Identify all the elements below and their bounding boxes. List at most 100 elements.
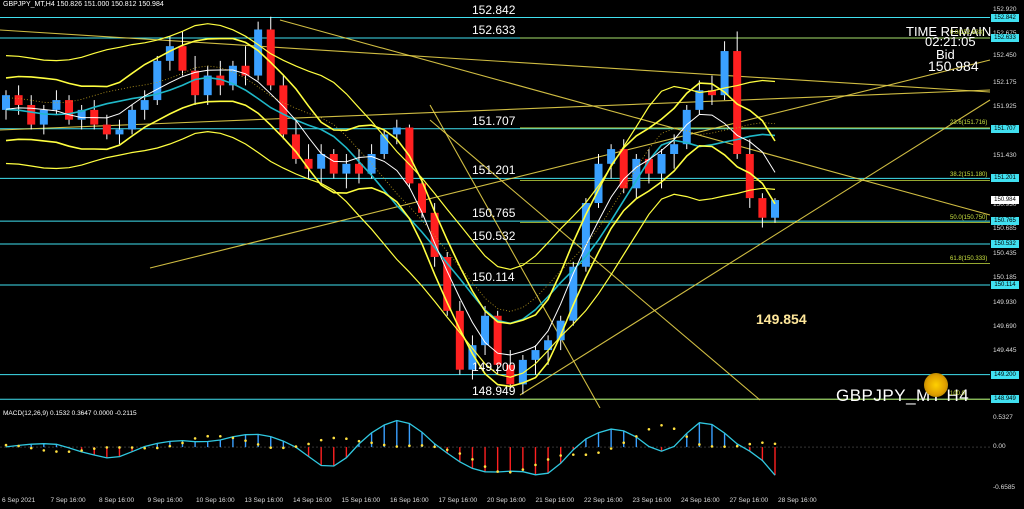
macd-signal-dot bbox=[395, 445, 399, 448]
big-price-label: 149.854 bbox=[756, 311, 807, 327]
macd-signal-dot bbox=[4, 443, 8, 447]
candle-body bbox=[392, 127, 401, 135]
level-label: 152.842 bbox=[472, 2, 516, 17]
candle-body bbox=[758, 198, 767, 218]
price-tag: 149.200 bbox=[991, 370, 1019, 379]
price-tag: 150.984 bbox=[991, 195, 1019, 204]
macd-signal-dot bbox=[584, 453, 588, 457]
candle-body bbox=[65, 100, 74, 120]
macd-signal-dot bbox=[559, 454, 562, 457]
macd-signal-dot bbox=[773, 442, 777, 446]
price-tag: 151.201 bbox=[991, 174, 1019, 183]
macd-signal-dot bbox=[357, 439, 361, 443]
level-label: 150.765 bbox=[472, 206, 516, 221]
price-axis-label: 152.175 bbox=[993, 78, 1017, 86]
macd-signal-dot bbox=[635, 435, 638, 438]
candle-body bbox=[695, 90, 704, 110]
date-label: 17 Sep 16:00 bbox=[438, 497, 478, 504]
candle-body bbox=[2, 95, 10, 110]
candle-body bbox=[544, 340, 553, 351]
price-axis-label: 150.185 bbox=[993, 274, 1017, 282]
macd-axis-label: -0.6585 bbox=[993, 484, 1016, 491]
dotted-ma bbox=[5, 65, 776, 312]
price-axis-label: 150.685 bbox=[993, 225, 1017, 232]
macd-signal-dot bbox=[307, 442, 310, 446]
macd-signal-line bbox=[5, 419, 776, 476]
price-axis-label: 152.450 bbox=[993, 51, 1017, 59]
macd-signal-dot bbox=[168, 444, 172, 448]
candle-body bbox=[14, 95, 23, 105]
macd-signal-dot bbox=[698, 443, 701, 446]
price-tag: 152.633 bbox=[991, 34, 1019, 43]
macd-signal-dot bbox=[723, 445, 726, 448]
price-axis-label: 149.930 bbox=[993, 299, 1017, 307]
date-label: 23 Sep 16:00 bbox=[632, 497, 672, 504]
macd-panel[interactable] bbox=[0, 408, 1024, 496]
bid-value: 150.984 bbox=[928, 58, 979, 74]
macd-signal-dot bbox=[420, 444, 424, 447]
macd-signal-dot bbox=[345, 437, 348, 441]
candle-body bbox=[178, 46, 187, 71]
level-label: 150.114 bbox=[472, 269, 515, 284]
macd-signal-dot bbox=[471, 458, 474, 461]
price-chart[interactable] bbox=[0, 0, 1024, 408]
macd-signal-dot bbox=[92, 447, 96, 450]
macd-signal-dot bbox=[370, 441, 373, 445]
candle-body bbox=[518, 359, 527, 385]
macd-signal-dot bbox=[55, 450, 58, 453]
macd-signal-dot bbox=[521, 468, 525, 471]
macd-signal-dot bbox=[319, 438, 323, 442]
macd-signal-dot bbox=[710, 445, 714, 448]
fib-label: 0.0(152.633) bbox=[950, 30, 985, 37]
candle-body bbox=[115, 129, 124, 135]
level-label: 150.532 bbox=[472, 229, 516, 243]
price-tag: 152.842 bbox=[991, 13, 1019, 22]
macd-signal-dot bbox=[382, 443, 386, 447]
level-label: 152.633 bbox=[472, 23, 516, 38]
macd-signal-dot bbox=[42, 449, 46, 452]
candle-body bbox=[531, 350, 540, 360]
macd-signal-dot bbox=[332, 436, 336, 440]
macd-signal-dot bbox=[219, 434, 222, 438]
price-axis-label: 149.690 bbox=[993, 322, 1017, 330]
price-tag: 150.765 bbox=[991, 217, 1019, 226]
date-label: 6 Sep 2021 bbox=[2, 497, 36, 504]
macd-signal-dot bbox=[735, 444, 739, 448]
macd-signal-dot bbox=[269, 446, 273, 449]
macd-signal-dot bbox=[660, 423, 663, 427]
date-label: 22 Sep 16:00 bbox=[584, 497, 623, 504]
yellow-dot-icon bbox=[924, 373, 948, 397]
date-label: 10 Sep 16:00 bbox=[196, 497, 235, 504]
macd-signal-dot bbox=[231, 436, 235, 440]
candle-body bbox=[342, 163, 351, 174]
macd-signal-dot bbox=[445, 448, 449, 452]
ma-line bbox=[5, 69, 776, 356]
candle-body bbox=[329, 154, 338, 174]
trend-line bbox=[519, 99, 991, 396]
macd-signal-dot bbox=[17, 444, 20, 448]
price-tag: 150.114 bbox=[991, 280, 1019, 289]
date-label: 21 Sep 16:00 bbox=[535, 497, 575, 504]
price-axis-label: 152.920 bbox=[993, 5, 1017, 13]
date-label: 9 Sep 16:00 bbox=[147, 497, 183, 504]
macd-signal-dot bbox=[294, 445, 298, 448]
price-axis-label: 149.445 bbox=[993, 346, 1017, 354]
level-label: 151.201 bbox=[472, 163, 516, 178]
macd-signal-dot bbox=[206, 434, 210, 438]
macd-signal-dot bbox=[748, 442, 752, 446]
bollinger-upper bbox=[5, 37, 776, 325]
fib-label: 50.0(150.750) bbox=[950, 214, 988, 221]
symbol-header: GBPJPY_MT,H4 150.826 151.000 150.812 150… bbox=[3, 1, 164, 8]
macd-header: MACD(12,26,9) 0.1532 0.3647 0.0000 -0.21… bbox=[3, 410, 137, 417]
macd-signal-dot bbox=[67, 450, 71, 453]
date-label: 24 Sep 16:00 bbox=[681, 497, 720, 504]
macd-signal-dot bbox=[622, 441, 626, 445]
macd-signal-dot bbox=[685, 435, 689, 438]
fib-label: 100.0 bbox=[950, 391, 966, 398]
macd-signal-dot bbox=[130, 446, 134, 449]
level-label: 149.200 bbox=[472, 359, 516, 374]
fib-label: 38.2(151.180) bbox=[950, 172, 988, 179]
date-label: 20 Sep 16:00 bbox=[487, 497, 526, 504]
candle-body bbox=[140, 100, 149, 110]
macd-signal-dot bbox=[408, 444, 411, 448]
